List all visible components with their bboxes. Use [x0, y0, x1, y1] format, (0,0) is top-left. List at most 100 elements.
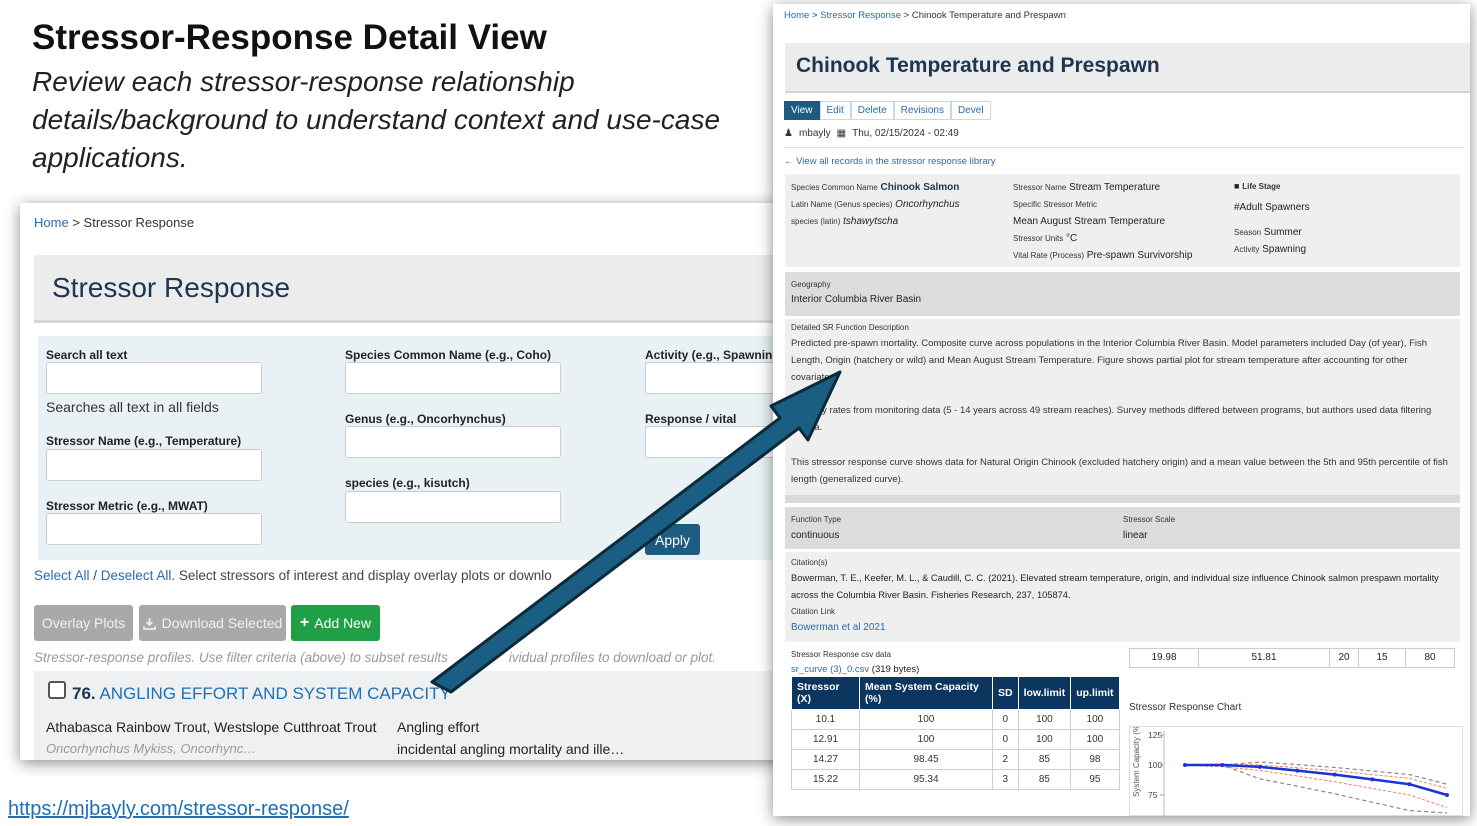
table-cell[interactable]: 100 — [859, 709, 993, 730]
breadcrumb-current: Stressor Response — [83, 215, 195, 230]
geography: Interior Columbia River Basin — [791, 294, 922, 305]
table-cell[interactable]: 14.27 — [791, 749, 860, 770]
detail-title-bar: Chinook Temperature and Prespawn — [785, 43, 1470, 93]
table-cell[interactable]: 95 — [1070, 769, 1120, 790]
breadcrumb-separator: > — [72, 215, 80, 230]
source-link[interactable]: https://mjbayly.com/stressor-response/ — [8, 798, 349, 821]
record-description: incidental angling mortality and ille… — [397, 741, 625, 757]
download-selected-label: Download Selected — [161, 615, 283, 631]
table-cell[interactable]: 100 — [859, 729, 993, 750]
vital-rate-label: Vital Rate (Process) — [1013, 251, 1084, 260]
tab-delete[interactable]: Delete — [850, 101, 894, 120]
search-all-input[interactable] — [46, 362, 262, 394]
search-all-label: Search all text — [46, 348, 128, 362]
select-instructions: . Select stressors of interest and displ… — [171, 568, 552, 583]
life-stage-label: ge — [686, 484, 702, 500]
table-cell[interactable]: 98 — [1070, 749, 1120, 770]
species-common-name: Chinook Salmon — [880, 182, 960, 193]
record-title-link[interactable]: 76. ANGLING EFFORT AND SYSTEM CAPACITY — [72, 684, 451, 704]
species-common-label: Species Common Name (e.g., Coho) — [345, 348, 552, 362]
table-cell[interactable]: 12.91 — [791, 729, 860, 750]
tab-revisions[interactable]: Revisions — [893, 101, 951, 120]
detail-breadcrumb-home[interactable]: Home — [784, 10, 809, 21]
species-latin: tshawytscha — [843, 216, 899, 227]
deselect-all-link[interactable]: Deselect All — [101, 568, 172, 583]
table-cell[interactable]: 0 — [992, 729, 1019, 750]
sr-data-table: Stressor (X) Mean System Capacity (%) SD… — [791, 676, 1120, 790]
tab-view[interactable]: View — [784, 101, 820, 120]
activity-label: Activity — [1234, 245, 1260, 254]
value-box-3[interactable]: 20 — [1329, 648, 1359, 668]
record-stressor: Angling effort — [397, 719, 480, 735]
view-all-link[interactable]: ← View all records in the stressor respo… — [784, 156, 996, 167]
table-cell[interactable]: 100 — [1017, 729, 1072, 750]
select-separator: / — [89, 568, 101, 583]
csv-file-link[interactable]: sr_curve (3)_0.csv — [791, 664, 869, 675]
detail-breadcrumb-mid[interactable]: Stressor Response — [820, 10, 901, 21]
slide-title: Stressor-Response Detail View — [32, 18, 547, 57]
data-point — [1295, 768, 1300, 773]
stressor-metric-label: Stressor Metric (e.g., MWAT) — [46, 499, 208, 513]
results-note-tail: ividual profiles to download or plot. — [508, 650, 717, 665]
table-header-row: Stressor (X) Mean System Capacity (%) SD… — [791, 676, 1120, 710]
select-all-link[interactable]: Select All — [34, 568, 90, 583]
tab-edit[interactable]: Edit — [819, 101, 851, 120]
author-name[interactable]: mbayly — [799, 128, 831, 139]
table-cell[interactable]: 3 — [992, 769, 1019, 790]
apply-button[interactable]: Apply — [645, 524, 700, 555]
sr-chart-svg: System Capacity (%) 12510075 — [1132, 722, 1449, 816]
citation-link[interactable]: Bowerman et al 2021 — [791, 622, 886, 633]
col-low-limit: low.limit — [1017, 676, 1072, 710]
stressor-metric-input[interactable] — [46, 513, 262, 545]
life-stage-label: Life Stage — [1242, 182, 1281, 191]
stressor-name-label: Stressor Name (e.g., Temperature) — [46, 434, 242, 448]
table-cell[interactable]: 85 — [1017, 769, 1072, 790]
slide-subtitle: Review each stressor-response relationsh… — [32, 66, 721, 173]
table-row: 14.27 98.45 2 85 98 — [791, 749, 1120, 770]
table-cell[interactable]: 100 — [1070, 709, 1120, 730]
table-cell[interactable]: 0 — [992, 709, 1019, 730]
life-stage: #Adult Spawners — [1234, 202, 1310, 213]
page-title: Stressor Response — [52, 272, 291, 303]
record-checkbox[interactable] — [48, 681, 66, 699]
units-label: Stressor Units — [1013, 234, 1064, 243]
specific-metric: Mean August Stream Temperature — [1013, 216, 1166, 227]
stressor-name-label: Stressor Name — [1013, 183, 1067, 192]
record-species: Athabasca Rainbow Trout, Westslope Cutth… — [46, 719, 377, 735]
species-common-input[interactable] — [345, 362, 561, 394]
detail-breadcrumb-current: Chinook Temperature and Prespawn — [911, 10, 1066, 21]
value-box-5[interactable]: 80 — [1405, 648, 1455, 668]
function-type-label: Function Type — [791, 515, 842, 524]
detail-breadcrumb-sep-2: > — [903, 10, 910, 21]
table-cell[interactable]: 100 — [1070, 729, 1120, 750]
genus-input[interactable] — [345, 426, 561, 458]
species-stressor-panel: Species Common Name Chinook Salmon Latin… — [785, 174, 1460, 267]
latin-name-label: Latin Name (Genus species) — [791, 200, 893, 209]
table-cell[interactable]: 100 — [1017, 709, 1072, 730]
filter-panel: Search all text Searches all text in all… — [38, 336, 820, 560]
chart-title: Stressor Response Chart — [1129, 702, 1242, 713]
table-cell[interactable]: 15.22 — [791, 769, 860, 790]
table-cell[interactable]: 98.45 — [859, 749, 993, 770]
list-item[interactable]: 76. ANGLING EFFORT AND SYSTEM CAPACITY A… — [34, 671, 820, 760]
col-up-limit: up.limit — [1070, 676, 1120, 710]
season: Summer — [1263, 227, 1302, 238]
response-label: Response / vital — [645, 412, 737, 426]
function-type-panel: Function Type continuous Stressor Scale … — [785, 507, 1460, 549]
tab-devel[interactable]: Devel — [951, 101, 991, 120]
overlay-plots-button[interactable]: Overlay Plots — [34, 605, 133, 641]
user-icon: ♟ — [784, 128, 793, 139]
value-box-2[interactable]: 51.81 — [1198, 648, 1330, 668]
value-box-4[interactable]: 15 — [1358, 648, 1406, 668]
download-selected-button[interactable]: Download Selected — [139, 605, 286, 641]
species-input[interactable] — [345, 491, 561, 523]
value-box-1[interactable]: 19.98 — [1129, 648, 1199, 668]
breadcrumb-home[interactable]: Home — [34, 215, 69, 230]
table-cell[interactable]: 95.34 — [859, 769, 993, 790]
stressor-name-input[interactable] — [46, 449, 262, 481]
table-cell[interactable]: 2 — [992, 749, 1019, 770]
author-meta: ♟ mbayly ▦ Thu, 02/15/2024 - 02:49 — [784, 128, 959, 139]
add-new-button[interactable]: + Add New — [291, 605, 380, 641]
table-cell[interactable]: 85 — [1017, 749, 1072, 770]
table-cell[interactable]: 10.1 — [791, 709, 860, 730]
